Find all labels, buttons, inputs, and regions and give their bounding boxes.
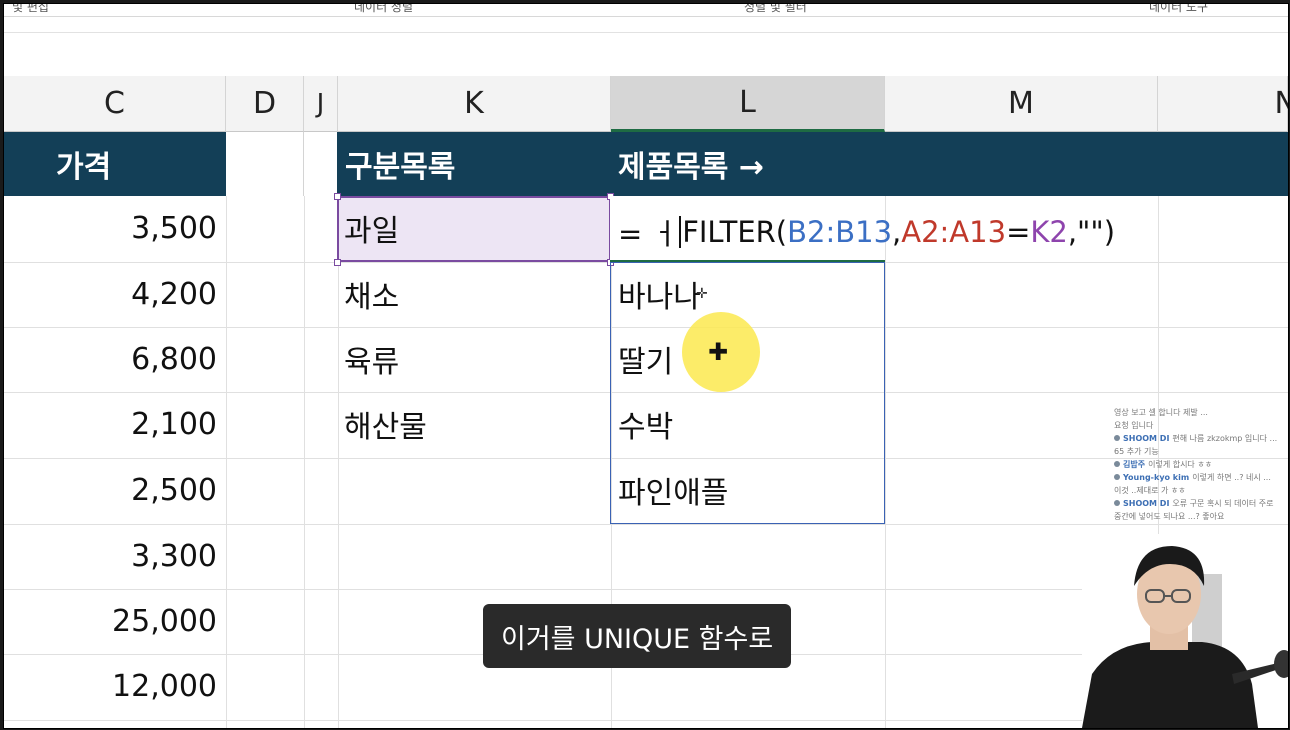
chat-text: 65 추가 기능 (1114, 447, 1159, 456)
category-cell[interactable]: 채소 (344, 262, 604, 326)
ribbon-group-edit[interactable]: 및 편집 (12, 4, 49, 14)
formula-function: FILTER( (682, 215, 788, 249)
product-cell[interactable]: 파인애플 (618, 458, 878, 522)
formula-comma: , (892, 215, 902, 249)
chat-avatar-icon (1114, 435, 1120, 441)
header-cell-category-list[interactable]: 구분목록 (337, 132, 611, 196)
category-cell[interactable]: 육류 (344, 327, 604, 391)
formula-arg-range-a: A2:A13 (901, 215, 1007, 249)
column-header-k[interactable]: K (338, 76, 611, 132)
cell-select-cursor-icon: ✚ (708, 338, 729, 366)
presenter-silhouette (1082, 534, 1288, 728)
price-cell[interactable]: 2,100 (4, 392, 217, 456)
cell-formula-text[interactable]: = ㅓ FILTER( B2:B13 , A2:A13 = K2 ,"") (618, 212, 1115, 252)
price-cell[interactable]: 3,500 (4, 196, 217, 260)
chat-message: Young-kyo kim 이렇게 하면 ..? 네시 ... (1114, 471, 1288, 484)
formula-tail: ,"") (1067, 215, 1116, 249)
header-cell-price[interactable]: 가격 (4, 132, 226, 196)
chat-message: SHOOM DI 편해 나름 zkzokmp 입니다 ... (1114, 432, 1288, 445)
grid-col-line (304, 196, 305, 728)
product-cell[interactable]: 바나나 (618, 262, 878, 326)
presenter-webcam (1082, 534, 1288, 728)
chat-author: 김밥주 (1123, 460, 1146, 469)
chat-text: 편해 나름 zkzokmp 입니다 ... (1172, 434, 1278, 443)
chat-text: 이렇게 합시다 ㅎㅎ (1148, 460, 1213, 469)
chat-author: SHOOM DI (1123, 434, 1170, 443)
price-cell[interactable]: 4,200 (4, 262, 217, 326)
chat-message: 중간에 넣어도 되나요 ...? 좋아요 (1114, 510, 1288, 523)
selection-handle[interactable] (334, 193, 341, 200)
formula-prefix: = ㅓ (618, 217, 679, 251)
category-cell[interactable]: 해산물 (344, 392, 604, 456)
column-header-d[interactable]: D (226, 76, 304, 132)
chat-message: SHOOM DI 오류 구문 혹시 되 데이터 주로 (1114, 497, 1288, 510)
price-cell[interactable]: 25,000 (4, 589, 217, 653)
formula-equals: = (1006, 215, 1031, 249)
column-header-n-label: N (1275, 86, 1288, 121)
ribbon-divider (4, 16, 1288, 17)
column-header-l[interactable]: L (611, 76, 885, 132)
chat-message: 요청 입니다 (1114, 419, 1288, 432)
video-subtitle: 이거를 UNIQUE 함수로 (483, 604, 792, 668)
chat-text: 영상 보고 셀 합니다 제발 ... (1114, 408, 1208, 417)
grid-col-line (338, 196, 339, 728)
column-header-m[interactable]: M (885, 76, 1158, 132)
price-cell[interactable]: 2,500 (4, 458, 217, 522)
chat-text: 오류 구문 혹시 되 데이터 주로 (1172, 499, 1274, 508)
chat-message: 이것 ..제대로 가 ㅎㅎ (1114, 484, 1288, 497)
chat-message: 영상 보고 셀 합니다 제발 ... (1114, 406, 1288, 419)
header-cell-d[interactable] (226, 132, 304, 196)
ribbon-group-filter[interactable]: 정렬 및 필터 (744, 4, 807, 14)
text-caret (679, 216, 682, 248)
column-header-n[interactable]: N (1158, 76, 1288, 132)
formula-bar-divider (4, 32, 1288, 33)
header-category-label: 구분목록 (345, 150, 456, 185)
chat-avatar-icon (1114, 500, 1120, 506)
grid-col-line (885, 196, 886, 728)
selection-handle[interactable] (334, 259, 341, 266)
move-cursor-icon: ✛ (696, 286, 708, 302)
chat-text: 요청 입니다 (1114, 421, 1154, 430)
category-cell[interactable]: 과일 (344, 196, 604, 260)
price-cell[interactable]: 6,800 (4, 327, 217, 391)
price-cell[interactable]: 12,000 (4, 654, 217, 718)
column-header-c[interactable]: C (4, 76, 226, 132)
chat-message: 김밥주 이렇게 합시다 ㅎㅎ (1114, 458, 1288, 471)
header-price-label: 가격 (56, 150, 112, 185)
chat-message: 65 추가 기능 (1114, 445, 1288, 458)
ribbon-group-sort[interactable]: 데이터 정렬 (354, 4, 413, 14)
price-cell[interactable]: 3,300 (4, 524, 217, 588)
chat-avatar-icon (1114, 474, 1120, 480)
header-cell-product-list[interactable]: 제품목록 → (611, 132, 1288, 196)
column-header-j[interactable]: J (304, 76, 338, 132)
formula-arg-k2: K2 (1030, 215, 1068, 249)
header-cell-j[interactable] (304, 132, 338, 196)
product-cell[interactable]: 수박 (618, 392, 878, 456)
ribbon-group-data-tools[interactable]: 데이터 도구 (1149, 4, 1208, 14)
grid-col-line (226, 196, 227, 728)
chat-text: 중간에 넣어도 되나요 ...? 좋아요 (1114, 512, 1225, 521)
formula-arg-range-b: B2:B13 (787, 215, 893, 249)
chat-text: 이렇게 하면 ..? 네시 ... (1192, 473, 1271, 482)
spreadsheet-window: 및 편집 데이터 정렬 정렬 및 필터 데이터 도구 C D J K L M N… (3, 3, 1289, 729)
chat-text: 이것 ..제대로 가 ㅎㅎ (1114, 486, 1186, 495)
chat-author: SHOOM DI (1123, 499, 1170, 508)
chat-avatar-icon (1114, 461, 1120, 467)
header-product-label: 제품목록 → (618, 150, 764, 185)
chat-author: Young-kyo kim (1123, 473, 1190, 482)
